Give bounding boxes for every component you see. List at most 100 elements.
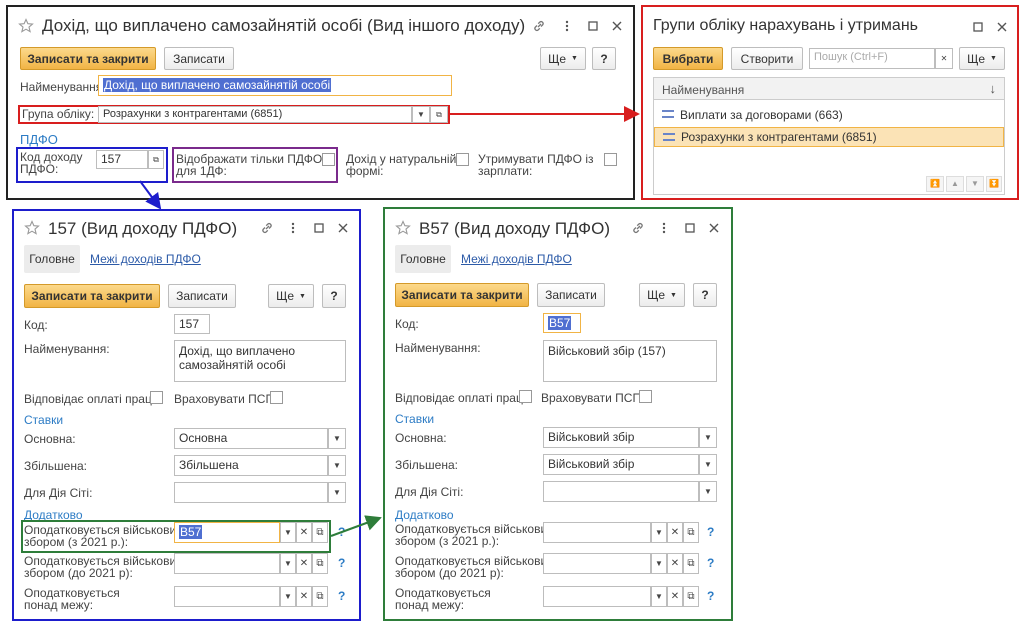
mil2021-clear-icon[interactable]: ✕ [667,522,683,543]
search-input[interactable]: Пошук (Ctrl+F) [809,48,935,69]
mil2021-select[interactable] [543,522,651,543]
save-button[interactable]: Записати [164,47,234,70]
nav-up-icon[interactable]: ▲ [946,176,964,192]
natural-checkbox[interactable] [456,153,469,166]
increased-dropdown-arrow-icon[interactable]: ▼ [328,455,346,476]
mil2021-clear-icon[interactable]: ✕ [296,522,312,543]
help-button[interactable]: ? [693,283,717,307]
code-field[interactable]: В57 [543,313,581,333]
maximize-icon[interactable] [312,221,326,235]
favorite-star-icon[interactable] [24,220,40,236]
favorite-star-icon[interactable] [18,18,34,34]
over-help-icon[interactable]: ? [707,589,714,603]
over-clear-icon[interactable]: ✕ [667,586,683,607]
milpre-select[interactable] [174,553,280,574]
milpre-open-icon[interactable]: ⧉ [312,553,328,574]
tab-main[interactable]: Головне [24,245,80,273]
more-button[interactable]: Ще ▼ [959,47,1005,70]
over-open-icon[interactable]: ⧉ [312,586,328,607]
mil2021-help-icon[interactable]: ? [707,525,714,539]
more-button[interactable]: Ще ▼ [540,47,586,70]
over-help-icon[interactable]: ? [338,589,345,603]
more-button[interactable]: Ще ▼ [639,283,685,307]
table-row[interactable]: Виплати за договорами (663) [654,105,1004,125]
over-open-icon[interactable]: ⧉ [683,586,699,607]
maximize-icon[interactable] [971,20,985,34]
diya-select[interactable] [543,481,699,502]
mil2021-dropdown-arrow-icon[interactable]: ▼ [280,522,296,543]
basic-select[interactable]: Основна [174,428,328,449]
milpre-dropdown-arrow-icon[interactable]: ▼ [651,553,667,574]
name-textarea[interactable]: Військовий збір (157) [543,340,717,382]
basic-dropdown-arrow-icon[interactable]: ▼ [699,427,717,448]
name-textarea[interactable]: Дохід, що виплачено самозайнятій особі [174,340,346,382]
over-select[interactable] [174,586,280,607]
milpre-help-icon[interactable]: ? [338,556,345,570]
code-field[interactable]: 157 [174,314,210,334]
save-close-button[interactable]: Записати та закрити [24,284,160,308]
link-icon[interactable] [260,221,274,235]
pdfo-code-open-icon[interactable]: ⧉ [148,150,164,169]
over-clear-icon[interactable]: ✕ [296,586,312,607]
increased-select[interactable]: Військовий збір [543,454,699,475]
mil2021-dropdown-arrow-icon[interactable]: ▼ [651,522,667,543]
wage-checkbox[interactable] [150,391,163,404]
over-dropdown-arrow-icon[interactable]: ▼ [651,586,667,607]
milpre-open-icon[interactable]: ⧉ [683,553,699,574]
tab-main[interactable]: Головне [395,245,451,273]
clear-search-icon[interactable]: ✕ [935,48,953,69]
basic-select[interactable]: Військовий збір [543,427,699,448]
psp-checkbox[interactable] [639,390,652,403]
close-icon[interactable] [707,221,721,235]
basic-dropdown-arrow-icon[interactable]: ▼ [328,428,346,449]
link-icon[interactable] [631,221,645,235]
more-button[interactable]: Ще ▼ [268,284,314,308]
milpre-clear-icon[interactable]: ✕ [667,553,683,574]
close-icon[interactable] [995,20,1009,34]
diya-dropdown-arrow-icon[interactable]: ▼ [328,482,346,503]
group-field[interactable]: Розрахунки з контрагентами (6851) [98,106,412,123]
group-dropdown-arrow-icon[interactable]: ▼ [412,106,430,123]
nav-first-icon[interactable]: ⏫ [926,176,944,192]
increased-dropdown-arrow-icon[interactable]: ▼ [699,454,717,475]
maximize-icon[interactable] [586,19,600,33]
wage-checkbox[interactable] [519,390,532,403]
nav-last-icon[interactable]: ⏬ [986,176,1002,192]
mil2021-help-icon[interactable]: ? [338,525,345,539]
mil2021-open-icon[interactable]: ⧉ [683,522,699,543]
more-vertical-icon[interactable] [657,221,671,235]
close-icon[interactable] [610,19,624,33]
create-button[interactable]: Створити [731,47,803,70]
tab-limits[interactable]: Межі доходів ПДФО [461,252,572,266]
more-vertical-icon[interactable] [286,221,300,235]
select-button[interactable]: Вибрати [653,47,723,70]
table-header[interactable]: Найменування ↓ [654,78,1004,100]
milpre-dropdown-arrow-icon[interactable]: ▼ [280,553,296,574]
mil2021-open-icon[interactable]: ⧉ [312,522,328,543]
nav-down-icon[interactable]: ▼ [966,176,984,192]
group-open-icon[interactable]: ⧉ [430,106,448,123]
save-close-button[interactable]: Записати та закрити [20,47,156,70]
maximize-icon[interactable] [683,221,697,235]
milpre-clear-icon[interactable]: ✕ [296,553,312,574]
tab-limits[interactable]: Межі доходів ПДФО [90,252,201,266]
favorite-star-icon[interactable] [395,220,411,236]
withhold-checkbox[interactable] [604,153,617,166]
over-select[interactable] [543,586,651,607]
save-button[interactable]: Записати [168,284,236,308]
mil2021-select[interactable]: В57 [174,522,280,543]
help-button[interactable]: ? [592,47,616,70]
help-button[interactable]: ? [322,284,346,308]
more-vertical-icon[interactable] [560,19,574,33]
milpre-help-icon[interactable]: ? [707,556,714,570]
pdfo-code-field[interactable]: 157 [96,150,148,169]
milpre-select[interactable] [543,553,651,574]
table-row-selected[interactable]: Розрахунки з контрагентами (6851) [654,127,1004,147]
save-close-button[interactable]: Записати та закрити [395,283,529,307]
name-field[interactable]: Дохід, що виплачено самозайнятій особі [98,75,452,96]
show-only-checkbox[interactable] [322,153,335,166]
close-icon[interactable] [336,221,350,235]
increased-select[interactable]: Збільшена [174,455,328,476]
diya-select[interactable] [174,482,328,503]
psp-checkbox[interactable] [270,391,283,404]
